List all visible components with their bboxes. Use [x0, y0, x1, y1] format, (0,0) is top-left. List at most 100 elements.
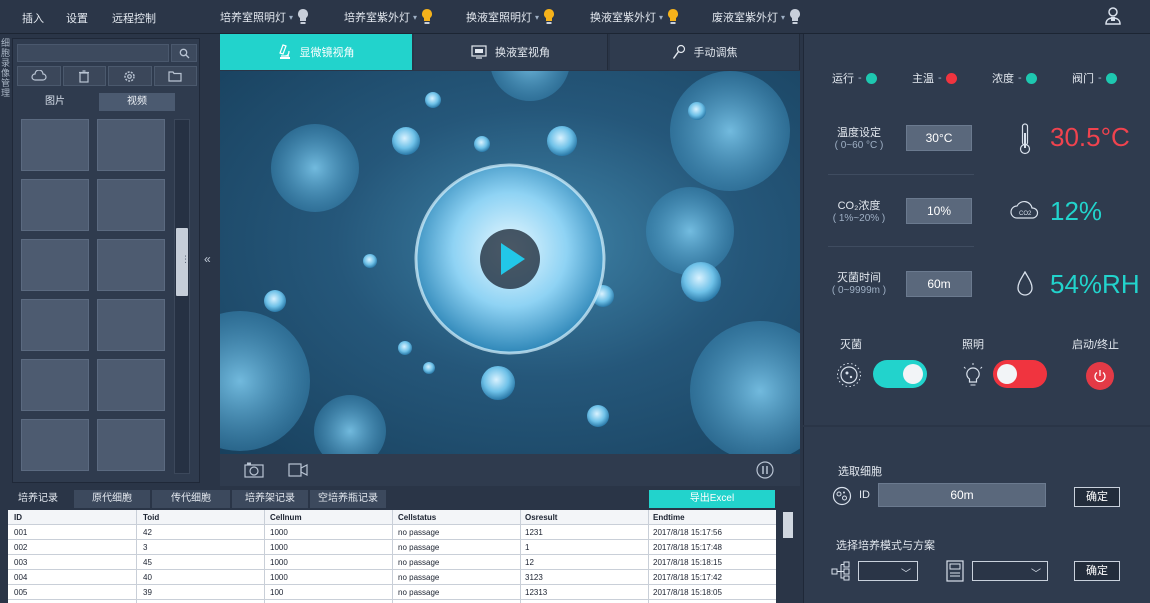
temp-setpoint-field[interactable]: 30°C	[906, 125, 972, 151]
video-thumbnail[interactable]	[97, 359, 165, 411]
bulb-icon	[296, 8, 310, 26]
video-thumbnail[interactable]	[97, 299, 165, 351]
user-icon[interactable]	[1104, 6, 1122, 26]
lamp-culture-uv[interactable]: 培养室紫外灯 ▾	[344, 8, 434, 26]
lamp-label: 培养室紫外灯	[344, 12, 410, 24]
lamp-label: 废液室紫外灯	[712, 12, 778, 24]
lamp-exchange-light[interactable]: 换液室照明灯 ▾	[466, 8, 556, 26]
vertical-tab-video-manager[interactable]: 细胞录像管理	[0, 38, 10, 98]
column-header[interactable]: Osresult	[525, 513, 557, 522]
video-thumbnail[interactable]	[21, 299, 89, 351]
select-cell-title: 选取细胞	[838, 466, 882, 478]
scrollbar-thumb[interactable]	[783, 512, 793, 538]
status-label: 阀门	[1072, 73, 1094, 85]
lamp-culture-light[interactable]: 培养室照明灯 ▾	[220, 8, 310, 26]
tab-label: 手动调焦	[693, 47, 738, 59]
search-icon[interactable]	[171, 44, 197, 62]
video-thumbnail[interactable]	[97, 119, 165, 171]
video-thumbnail[interactable]	[97, 179, 165, 231]
sterilize-time-range: ( 0~9999m )	[831, 285, 887, 296]
media-library-panel: 图片 视频 ⋮	[12, 38, 200, 483]
chevron-down-icon: ﹀	[901, 569, 911, 580]
scrollbar-thumb[interactable]: ⋮	[176, 228, 190, 296]
table-cell: 39	[143, 588, 152, 597]
microscope-video-viewport[interactable]	[220, 71, 800, 454]
light-bulb-icon	[963, 363, 983, 386]
power-icon	[1094, 370, 1106, 383]
culture-mode-select[interactable]: ﹀	[858, 561, 918, 581]
collapse-sidebar-icon[interactable]: «	[204, 252, 211, 266]
video-thumbnail[interactable]	[21, 119, 89, 171]
menu-remote-control[interactable]: 远程控制	[112, 10, 156, 26]
status-indicator	[945, 72, 957, 84]
folder-icon[interactable]	[153, 66, 197, 86]
table-cell: 1000	[270, 528, 288, 537]
monitor-icon	[471, 45, 487, 59]
table-cell: 40	[143, 573, 152, 582]
lamp-exchange-uv[interactable]: 换液室紫外灯 ▾	[590, 8, 680, 26]
sterilize-toggle[interactable]	[873, 360, 927, 388]
power-button[interactable]	[1086, 362, 1114, 390]
table-cell: 1000	[270, 573, 288, 582]
bulb-icon	[420, 8, 434, 26]
tab-empty-flask-records[interactable]: 空培养瓶记录	[310, 490, 386, 508]
column-divider	[648, 510, 649, 603]
column-header[interactable]: Toid	[143, 513, 159, 522]
confirm-mode-button[interactable]: 确定	[1074, 561, 1120, 581]
menu-insert[interactable]: 插入	[22, 10, 44, 26]
video-thumbnail[interactable]	[21, 419, 89, 471]
video-record-icon[interactable]	[288, 463, 308, 477]
tab-images[interactable]: 图片	[17, 93, 93, 111]
cell-id-input[interactable]: 60m	[878, 483, 1046, 507]
status-indicator	[1025, 72, 1037, 84]
tab-passage-cells[interactable]: 传代细胞	[152, 490, 230, 508]
camera-icon[interactable]	[244, 461, 264, 479]
table-cell: 2017/8/18 15:17:48	[653, 543, 722, 552]
table-cell: 002	[14, 543, 28, 552]
column-header[interactable]: Cellnum	[270, 513, 302, 522]
column-header[interactable]: ID	[14, 513, 22, 522]
export-excel-button[interactable]: 导出Excel	[649, 490, 775, 508]
table-cell: 12	[525, 558, 534, 567]
chevron-down-icon: ﹀	[1031, 569, 1041, 580]
gear-icon[interactable]	[108, 66, 152, 86]
lighting-toggle[interactable]	[993, 360, 1047, 388]
video-thumbnail[interactable]	[21, 179, 89, 231]
video-thumbnail[interactable]	[97, 419, 165, 471]
status-label: 运行	[832, 73, 854, 85]
tab-primary-cells[interactable]: 原代细胞	[74, 490, 150, 508]
table-cell: no passage	[398, 573, 440, 582]
video-thumbnail[interactable]	[21, 239, 89, 291]
video-thumbnail[interactable]	[21, 359, 89, 411]
tab-rack-records[interactable]: 培养架记录	[232, 490, 308, 508]
table-cell: 1000	[270, 558, 288, 567]
pause-icon[interactable]	[756, 461, 774, 479]
trash-icon[interactable]	[62, 66, 106, 86]
tab-manual-focus[interactable]: 手动调焦	[610, 34, 800, 70]
co2-setpoint-field[interactable]: 10%	[906, 198, 972, 224]
search-input[interactable]	[17, 44, 169, 62]
culture-plan-select[interactable]: ﹀	[972, 561, 1048, 581]
dropdown-caret-icon: ▾	[535, 12, 540, 22]
bulb-icon	[788, 8, 802, 26]
tab-culture-records[interactable]: 培养记录	[4, 490, 72, 508]
lamp-waste-uv[interactable]: 废液室紫外灯 ▾	[712, 8, 802, 26]
confirm-cell-button[interactable]: 确定	[1074, 487, 1120, 507]
media-toolbar	[17, 66, 197, 86]
table-cell: 3	[143, 543, 148, 552]
tab-microscope-view[interactable]: 显微镜视角	[220, 34, 412, 70]
sterilize-time-field[interactable]: 60m	[906, 271, 972, 297]
table-scrollbar[interactable]	[782, 510, 794, 603]
tab-exchange-view[interactable]: 换液室视角	[414, 34, 608, 70]
status-indicator	[1105, 72, 1117, 84]
video-thumbnail[interactable]	[97, 239, 165, 291]
tab-videos[interactable]: 视频	[99, 93, 175, 111]
menu-settings[interactable]: 设置	[66, 10, 88, 26]
thumbnail-scrollbar[interactable]: ⋮	[174, 119, 190, 474]
column-header[interactable]: Cellstatus	[398, 513, 436, 522]
table-cell: 2017/8/18 15:17:42	[653, 573, 722, 582]
column-header[interactable]: Endtime	[653, 513, 685, 522]
control-panel: 运行 - 主温 - 浓度 - 阀门 - 温度设定 ( 0~60 °C ) 30°C 30…	[803, 34, 1150, 425]
table-cell: 42	[143, 528, 152, 537]
upload-cloud-icon[interactable]	[17, 66, 61, 86]
